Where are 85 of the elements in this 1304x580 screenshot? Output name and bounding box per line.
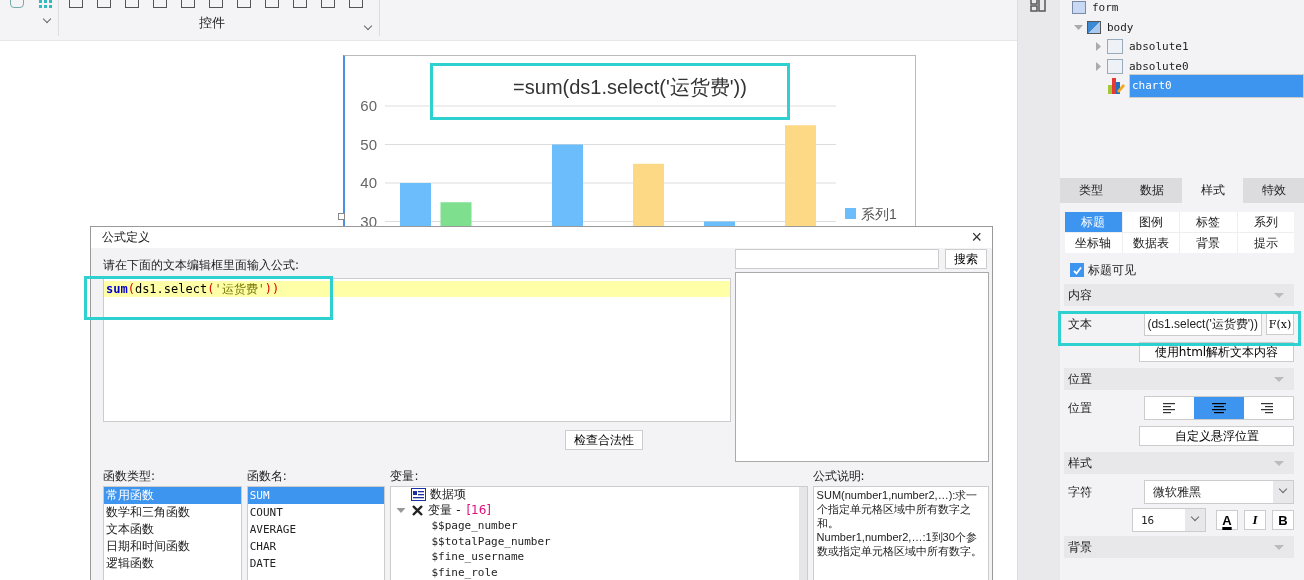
description-text: SUM(number1,number2,…):求一个指定单元格区域中所有数字之和。 (816, 488, 979, 530)
section-header[interactable]: 样式 (1064, 452, 1294, 474)
legend-label: 系列1 (861, 206, 897, 222)
align-center-button[interactable] (1194, 397, 1244, 419)
tree-item[interactable]: absolute0 (1127, 59, 1191, 73)
search-button[interactable]: 搜索 (944, 249, 987, 269)
tab[interactable]: 类型 (1060, 178, 1121, 203)
bold-button[interactable]: B (1272, 510, 1294, 530)
resize-handle[interactable] (338, 213, 345, 220)
tree-item[interactable]: $$totalPage_number (431, 534, 551, 548)
list-label: 变量: (390, 468, 420, 485)
align-right-icon (1261, 402, 1276, 414)
formula-button[interactable]: F(x) (1266, 313, 1294, 335)
axis-tick-label: 40 (360, 174, 377, 191)
list-item[interactable]: 日期和时间函数 (104, 538, 241, 555)
font-color-button[interactable]: A (1216, 510, 1238, 530)
formula-editor[interactable]: sum(ds1.select('运货费')) (103, 278, 731, 422)
form-icon (1072, 1, 1086, 15)
custom-position-button[interactable]: 自定义悬浮位置 (1139, 426, 1294, 446)
field-label: 字符 (1068, 483, 1093, 501)
tab[interactable]: 坐标轴 (1065, 233, 1122, 253)
list-item[interactable]: CHAR (247, 538, 385, 555)
search-field[interactable] (734, 249, 939, 269)
layout-icon (1107, 58, 1123, 74)
section-header[interactable]: 背景 (1064, 536, 1294, 558)
chart-title: =sum(ds1.select('运货费')) (513, 76, 747, 98)
dialog-title: 公式定义 (102, 229, 150, 246)
tab[interactable]: 图例 (1122, 212, 1179, 232)
chart-icon (1107, 77, 1125, 94)
caret-icon (1274, 376, 1284, 382)
list-label: 函数名: (246, 468, 288, 485)
section-header[interactable]: 内容 (1064, 284, 1294, 306)
scrollbar[interactable] (798, 487, 807, 580)
axis-tick-label: 50 (360, 135, 377, 153)
expand-arrow-icon[interactable] (395, 505, 408, 515)
list-item[interactable]: 文本函数 (104, 521, 241, 538)
size-select[interactable]: 16 (1132, 508, 1206, 532)
tree-item[interactable]: absolute1 (1127, 40, 1191, 54)
layout-icon (1107, 39, 1123, 55)
field-label: 位置 (1068, 399, 1093, 417)
italic-button[interactable]: I (1244, 510, 1266, 530)
checkbox-label: 标题可见 (1088, 261, 1136, 279)
tab[interactable]: 提示 (1237, 233, 1294, 253)
tree-item[interactable]: body (1105, 20, 1136, 34)
list-item[interactable]: DATE (247, 555, 385, 572)
tab[interactable]: 数据 (1121, 178, 1182, 203)
list-item[interactable]: 数学和三角函数 (104, 504, 241, 521)
tab[interactable]: 系列 (1237, 212, 1294, 232)
checkbox[interactable] (1070, 263, 1084, 277)
tab[interactable]: 标签 (1180, 212, 1237, 232)
list-label: 函数类型: (103, 468, 157, 485)
list-label: 公式说明: (812, 468, 866, 485)
caret-icon (1274, 292, 1284, 298)
text-field[interactable]: (ds1.select('运货费')) (1144, 312, 1262, 336)
list-item[interactable]: COUNT (247, 504, 385, 521)
align-left-button[interactable] (1145, 397, 1195, 419)
align-center-icon (1212, 402, 1226, 414)
tab[interactable]: 数据表 (1122, 233, 1179, 253)
tree-item[interactable]: $$page_number (431, 519, 518, 533)
align-right-button[interactable] (1243, 397, 1293, 419)
prompt-label: 请在下面的文本编辑框里面输入公式: (103, 257, 301, 274)
field-label: 文本 (1068, 315, 1093, 333)
tree-item[interactable]: 数据项 (430, 487, 467, 504)
tree-item[interactable]: $fine_role (431, 565, 498, 579)
close-button[interactable]: × (961, 227, 992, 248)
tab[interactable]: 特效 (1243, 178, 1304, 203)
tree-item[interactable]: form (1090, 1, 1121, 15)
align-left-icon (1162, 402, 1177, 414)
caret-icon (1274, 544, 1284, 550)
caret-icon (1274, 460, 1284, 466)
axis-tick-label: 60 (360, 97, 377, 114)
cross-icon (411, 503, 425, 517)
tab[interactable]: 背景 (1180, 233, 1237, 253)
section-header[interactable]: 位置 (1064, 368, 1294, 390)
html-parse-button[interactable]: 使用html解析文本内容 (1139, 342, 1294, 362)
tree-item[interactable]: 变量 - [16] (428, 501, 492, 519)
check-validity-button[interactable]: 检查合法性 (564, 430, 643, 450)
description-text: Number1,number2,…:1到30个参数或指定单元格区域中所有数字。 (816, 530, 983, 558)
group-label: 控件 (199, 14, 225, 32)
layout-icon[interactable] (1030, 0, 1047, 12)
body-icon (1087, 20, 1101, 34)
tree-item[interactable]: $fine_username (431, 550, 525, 564)
font-select[interactable]: 微软雅黑 (1144, 480, 1294, 504)
list-item[interactable]: 逻辑函数 (104, 555, 241, 572)
list-item[interactable]: AVERAGE (247, 521, 385, 538)
